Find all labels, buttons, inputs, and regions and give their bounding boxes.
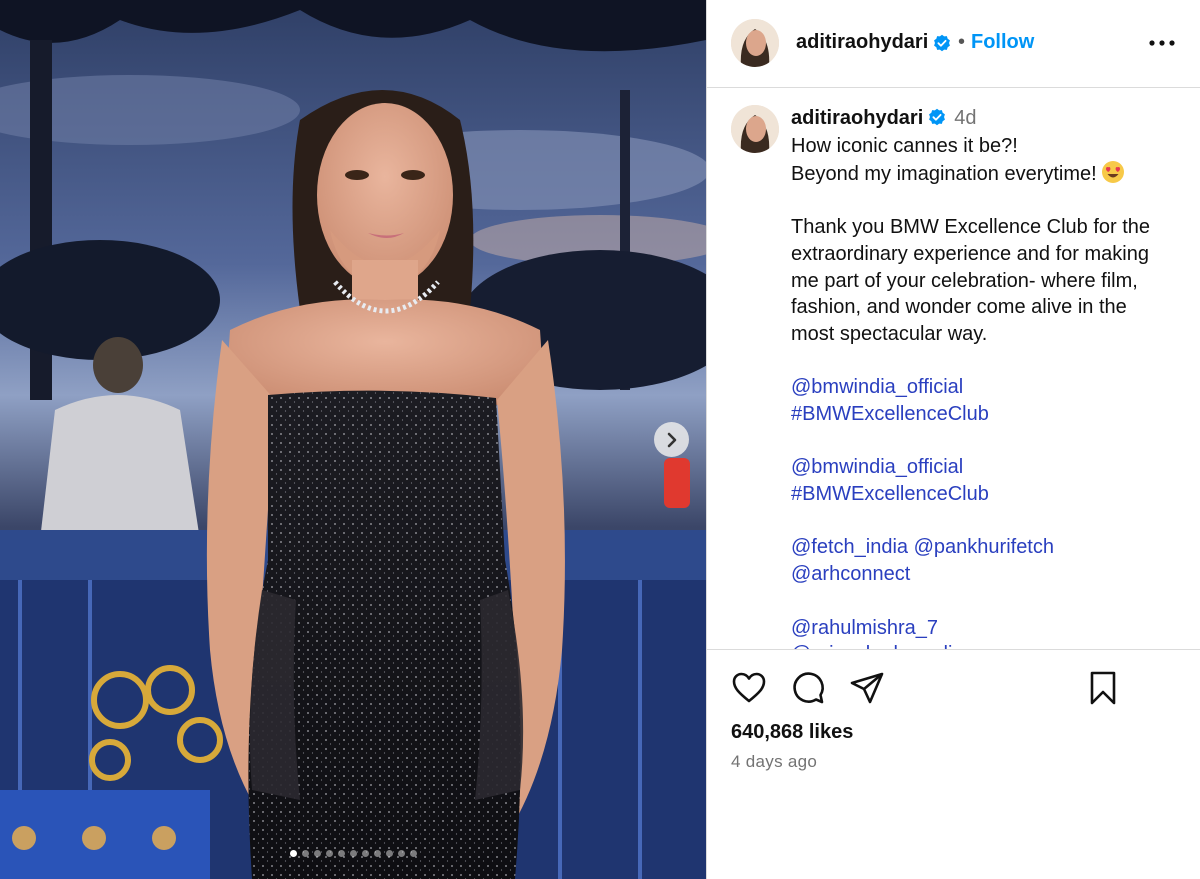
carousel-dot bbox=[337, 850, 345, 857]
avatar-image bbox=[731, 105, 779, 153]
carousel-dot bbox=[289, 850, 297, 857]
heart-icon[interactable] bbox=[731, 670, 767, 706]
heart-eyes-emoji-icon bbox=[1101, 160, 1124, 183]
carousel-dot bbox=[409, 850, 417, 857]
caption-text: most spectacular way. bbox=[791, 322, 988, 345]
more-options-icon[interactable] bbox=[1147, 33, 1177, 53]
follow-button[interactable]: Follow bbox=[971, 31, 1034, 54]
post-time-long[interactable]: 4 days ago bbox=[731, 752, 817, 772]
caption-line: most spectacular way. bbox=[791, 321, 1181, 348]
caption-line: @fetch_india @pankhurifetch bbox=[791, 534, 1181, 561]
caption-username[interactable]: aditirao­hydari bbox=[791, 107, 923, 129]
carousel-next-button[interactable] bbox=[654, 422, 689, 457]
carousel-dot bbox=[385, 850, 393, 857]
caption-text: How iconic cannes it be?! bbox=[791, 135, 1018, 157]
mention-link[interactable]: @rahulmishra_7 bbox=[791, 617, 938, 639]
hashtag-link[interactable]: #BMWExcellenceClub bbox=[791, 483, 989, 505]
caption-line: #BMWExcellenceClub bbox=[791, 401, 1181, 428]
caption-line bbox=[791, 588, 1181, 615]
caption-header: aditirao­hydari 4d bbox=[791, 107, 977, 130]
caption-line: How iconic cannes it be?! bbox=[791, 133, 1181, 160]
post-caption: How iconic cannes it be?! Beyond my imagi… bbox=[791, 133, 1181, 649]
caption-line bbox=[791, 428, 1181, 455]
caption-author-avatar[interactable] bbox=[731, 105, 779, 153]
separator-dot: • bbox=[958, 31, 966, 53]
post-media[interactable] bbox=[0, 0, 706, 879]
hashtag-link[interactable]: #BMWExcellenceClub bbox=[791, 403, 989, 425]
caption-line: me part of your celebration- where film, bbox=[791, 268, 1181, 295]
carousel-dot bbox=[373, 850, 381, 857]
likes-count[interactable]: 640,868 likes bbox=[731, 721, 853, 744]
author-username[interactable]: aditirao­hydari bbox=[796, 31, 928, 54]
carousel-dot bbox=[301, 850, 309, 857]
caption-text: extraordinary experience and for making bbox=[791, 242, 1149, 265]
mention-link[interactable]: @pankhurifetch bbox=[914, 536, 1054, 558]
post-photo bbox=[0, 0, 706, 879]
share-icon[interactable] bbox=[849, 670, 885, 706]
verified-badge-icon bbox=[934, 34, 950, 52]
caption-line: fashion, and wonder come alive in the bbox=[791, 294, 1181, 321]
verified-badge-icon bbox=[929, 108, 946, 126]
carousel-indicator bbox=[0, 850, 706, 857]
caption-line: @priyankarkapadia bbox=[791, 641, 1181, 649]
caption-line bbox=[791, 187, 1181, 214]
author-avatar[interactable] bbox=[731, 19, 779, 67]
caption-line: #BMWExcellenceClub bbox=[791, 481, 1181, 508]
carousel-dot bbox=[349, 850, 357, 857]
mention-link[interactable]: @fetch_india bbox=[791, 536, 908, 558]
carousel-dot bbox=[313, 850, 321, 857]
caption-line: @bmwindia_official bbox=[791, 374, 1181, 401]
caption-text: fashion, and wonder come alive in the bbox=[791, 296, 1127, 319]
post-actions: 640,868 likes 4 days ago bbox=[707, 649, 1200, 879]
caption-text: Thank you BMW Excellence Club for the bbox=[791, 216, 1151, 239]
caption-line bbox=[791, 348, 1181, 375]
comments-section[interactable]: aditirao­hydari 4d How iconic cannes it … bbox=[707, 89, 1200, 649]
caption-text: Beyond my imagination everytime! bbox=[791, 162, 1097, 185]
mention-link[interactable]: @bmwindia_official bbox=[791, 376, 963, 398]
post-header: aditirao­hydari • Follow bbox=[707, 0, 1200, 88]
bookmark-icon[interactable] bbox=[1085, 670, 1121, 706]
chevron-right-icon bbox=[667, 432, 676, 447]
caption-line: Beyond my imagination everytime! bbox=[791, 160, 1181, 188]
caption-line: @bmwindia_official bbox=[791, 454, 1181, 481]
carousel-dot bbox=[325, 850, 333, 857]
mention-link[interactable]: @arhconnect bbox=[791, 563, 910, 585]
avatar-image bbox=[731, 19, 779, 67]
caption-line: Thank you BMW Excellence Club for the bbox=[791, 214, 1181, 241]
caption-line bbox=[791, 508, 1181, 535]
caption-line: @arhconnect bbox=[791, 561, 1181, 588]
caption-line: extraordinary experience and for making bbox=[791, 241, 1181, 268]
comment-icon[interactable] bbox=[790, 670, 826, 706]
mention-link[interactable]: @bmwindia_official bbox=[791, 456, 963, 478]
carousel-dot bbox=[361, 850, 369, 857]
carousel-dot bbox=[397, 850, 405, 857]
caption-line: @rahulmishra_7 bbox=[791, 615, 1181, 642]
caption-text: me part of your celebration- where film, bbox=[791, 269, 1138, 292]
post-details-panel: aditirao­hydari • Follow aditirao­hydari… bbox=[706, 0, 1200, 879]
post-time-short[interactable]: 4d bbox=[954, 107, 976, 129]
